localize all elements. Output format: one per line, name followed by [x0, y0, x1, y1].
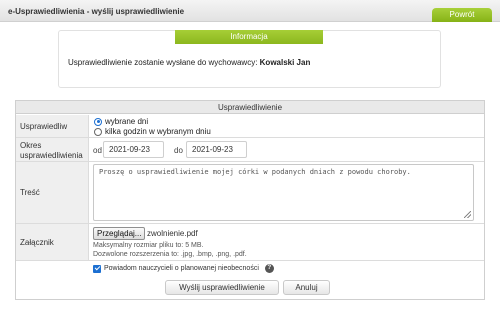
recipient-name: Kowalski Jan: [259, 58, 311, 67]
excuse-type-row: Usprawiedliw wybrane dni kilka godzin w …: [16, 115, 484, 138]
radio-few-hours-label: kilka godzin w wybranym dniu: [105, 127, 211, 136]
period-label-line2: usprawiedliwienia: [20, 151, 83, 160]
period-label-line1: Okres: [20, 141, 42, 150]
form-heading: Usprawiedliwienie: [16, 101, 484, 114]
radio-selected-days-dot[interactable]: [94, 117, 102, 126]
extensions-hint: Dozwolone rozszerzenia to: .jpg, .bmp, .…: [93, 251, 247, 258]
radio-few-hours-dot[interactable]: [94, 127, 102, 136]
help-icon[interactable]: ?: [264, 264, 274, 273]
cancel-button[interactable]: Anuluj: [283, 280, 330, 295]
period-row: Okres usprawiedliwienia od 2021-09-23 do…: [16, 138, 484, 162]
radio-few-hours[interactable]: kilka godzin w wybranym dniu: [94, 127, 211, 136]
actions-row: Wyślij usprawiedliwienie Anuluj: [16, 277, 484, 299]
info-panel: Informacja Usprawiedliwienie zostanie wy…: [58, 30, 441, 88]
content-row: Treść Proszę o usprawiedliwienie mojej c…: [16, 162, 484, 224]
excuse-form: Usprawiedliwienie Usprawiedliw wybrane d…: [15, 100, 485, 300]
notify-option[interactable]: Powiadom nauczycieli o planowanej nieobe…: [93, 264, 274, 273]
resize-grip-icon[interactable]: [464, 211, 471, 218]
title-bar: e-Usprawiedliwienia - wyślij usprawiedli…: [0, 0, 500, 22]
content-label: Treść: [20, 188, 40, 197]
notify-row: Powiadom nauczycieli o planowanej nieobe…: [16, 261, 484, 277]
to-date-input[interactable]: 2021-09-23: [186, 141, 247, 158]
content-label-cell: Treść: [16, 162, 89, 223]
info-text: Usprawiedliwienie zostanie wysłane do wy…: [68, 58, 258, 67]
submit-button[interactable]: Wyślij usprawiedliwienie: [165, 280, 279, 295]
attachment-label-cell: Załącznik: [16, 224, 89, 260]
radio-selected-days-label: wybrane dni: [105, 117, 149, 126]
max-size-hint: Maksymalny rozmiar pliku to: 5 MB.: [93, 242, 204, 249]
period-label-cell: Okres usprawiedliwienia: [16, 138, 89, 161]
info-message: Usprawiedliwienie zostanie wysłane do wy…: [68, 58, 310, 67]
radio-selected-days[interactable]: wybrane dni: [94, 117, 148, 126]
content-textarea[interactable]: Proszę o usprawiedliwienie mojej córki w…: [93, 164, 474, 221]
notify-label: Powiadom nauczycieli o planowanej nieobe…: [104, 265, 259, 272]
to-label: do: [174, 146, 183, 155]
browse-button[interactable]: Przeglądaj...: [93, 227, 146, 240]
attachment-row: Załącznik Przeglądaj... zwolnienie.pdf M…: [16, 224, 484, 261]
content-text: Proszę o usprawiedliwienie mojej córki w…: [99, 168, 411, 176]
notify-checkbox[interactable]: [93, 264, 101, 273]
from-label: od: [93, 146, 102, 155]
back-button[interactable]: Powrót: [432, 8, 492, 22]
info-heading: Informacja: [175, 30, 323, 44]
excuse-type-label-cell: Usprawiedliw: [16, 115, 89, 137]
page-title: e-Usprawiedliwienia - wyślij usprawiedli…: [8, 7, 185, 16]
from-date-input[interactable]: 2021-09-23: [103, 141, 164, 158]
excuse-type-label: Usprawiedliw: [20, 122, 68, 131]
attachment-label: Załącznik: [20, 238, 54, 247]
file-name: zwolnienie.pdf: [147, 229, 198, 238]
